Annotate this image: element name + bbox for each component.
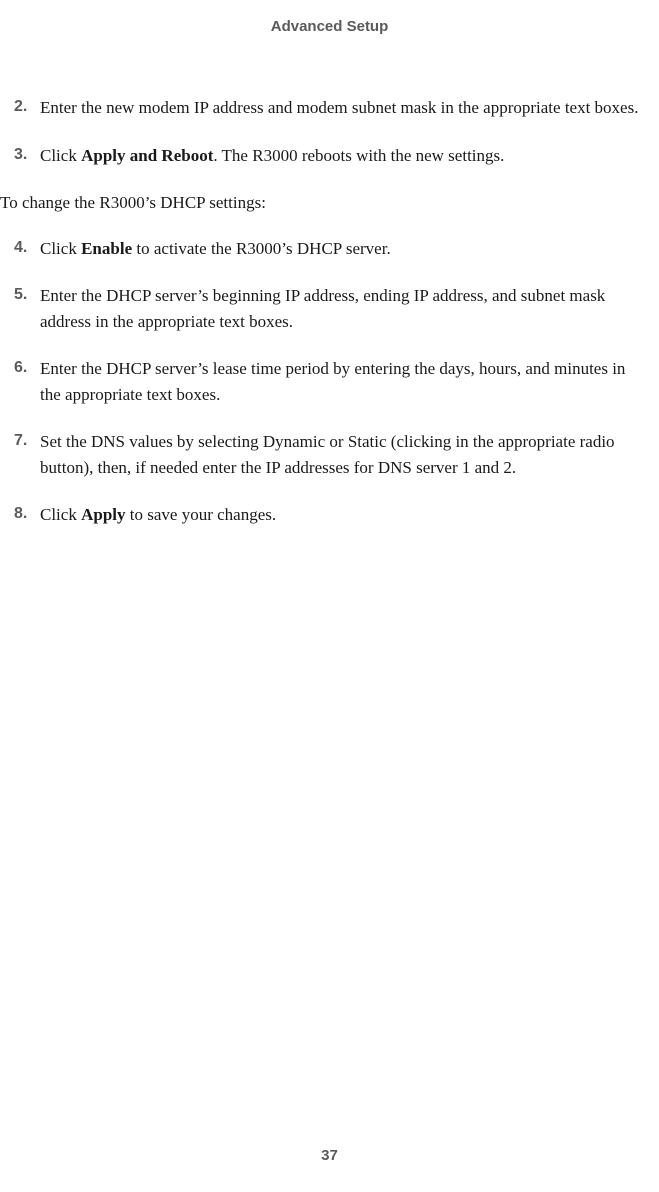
- text-prefix: Click: [40, 505, 81, 524]
- content-area: 2. Enter the new modem IP address and mo…: [14, 95, 645, 528]
- text-bold: Apply: [81, 505, 125, 524]
- step-text: Click Enable to activate the R3000’s DHC…: [40, 236, 645, 262]
- step-7: 7. Set the DNS values by selecting Dynam…: [14, 429, 645, 480]
- step-text: Enter the new modem IP address and modem…: [40, 95, 645, 121]
- step-text: Set the DNS values by selecting Dynamic …: [40, 429, 645, 480]
- text-suffix: . The R3000 reboots with the new setting…: [213, 146, 504, 165]
- step-6: 6. Enter the DHCP server’s lease time pe…: [14, 356, 645, 407]
- step-number: 2.: [14, 95, 40, 121]
- step-number: 3.: [14, 143, 40, 169]
- page-header: Advanced Setup: [14, 0, 645, 95]
- step-number: 8.: [14, 502, 40, 528]
- step-text: Click Apply and Reboot. The R3000 reboot…: [40, 143, 645, 169]
- step-3: 3. Click Apply and Reboot. The R3000 reb…: [14, 143, 645, 169]
- step-text: Enter the DHCP server’s beginning IP add…: [40, 283, 645, 334]
- step-4: 4. Click Enable to activate the R3000’s …: [14, 236, 645, 262]
- intro-text: To change the R3000’s DHCP settings:: [0, 190, 645, 216]
- step-2: 2. Enter the new modem IP address and mo…: [14, 95, 645, 121]
- step-5: 5. Enter the DHCP server’s beginning IP …: [14, 283, 645, 334]
- step-number: 7.: [14, 429, 40, 480]
- step-text: Enter the DHCP server’s lease time perio…: [40, 356, 645, 407]
- text-prefix: Click: [40, 146, 81, 165]
- text-prefix: Click: [40, 239, 81, 258]
- step-number: 6.: [14, 356, 40, 407]
- step-8: 8. Click Apply to save your changes.: [14, 502, 645, 528]
- text-bold: Apply and Reboot: [81, 146, 213, 165]
- text-bold: Enable: [81, 239, 132, 258]
- step-text: Click Apply to save your changes.: [40, 502, 645, 528]
- text-suffix: to activate the R3000’s DHCP server.: [132, 239, 391, 258]
- text-suffix: to save your changes.: [126, 505, 277, 524]
- page-number: 37: [0, 1147, 659, 1164]
- step-number: 4.: [14, 236, 40, 262]
- step-number: 5.: [14, 283, 40, 334]
